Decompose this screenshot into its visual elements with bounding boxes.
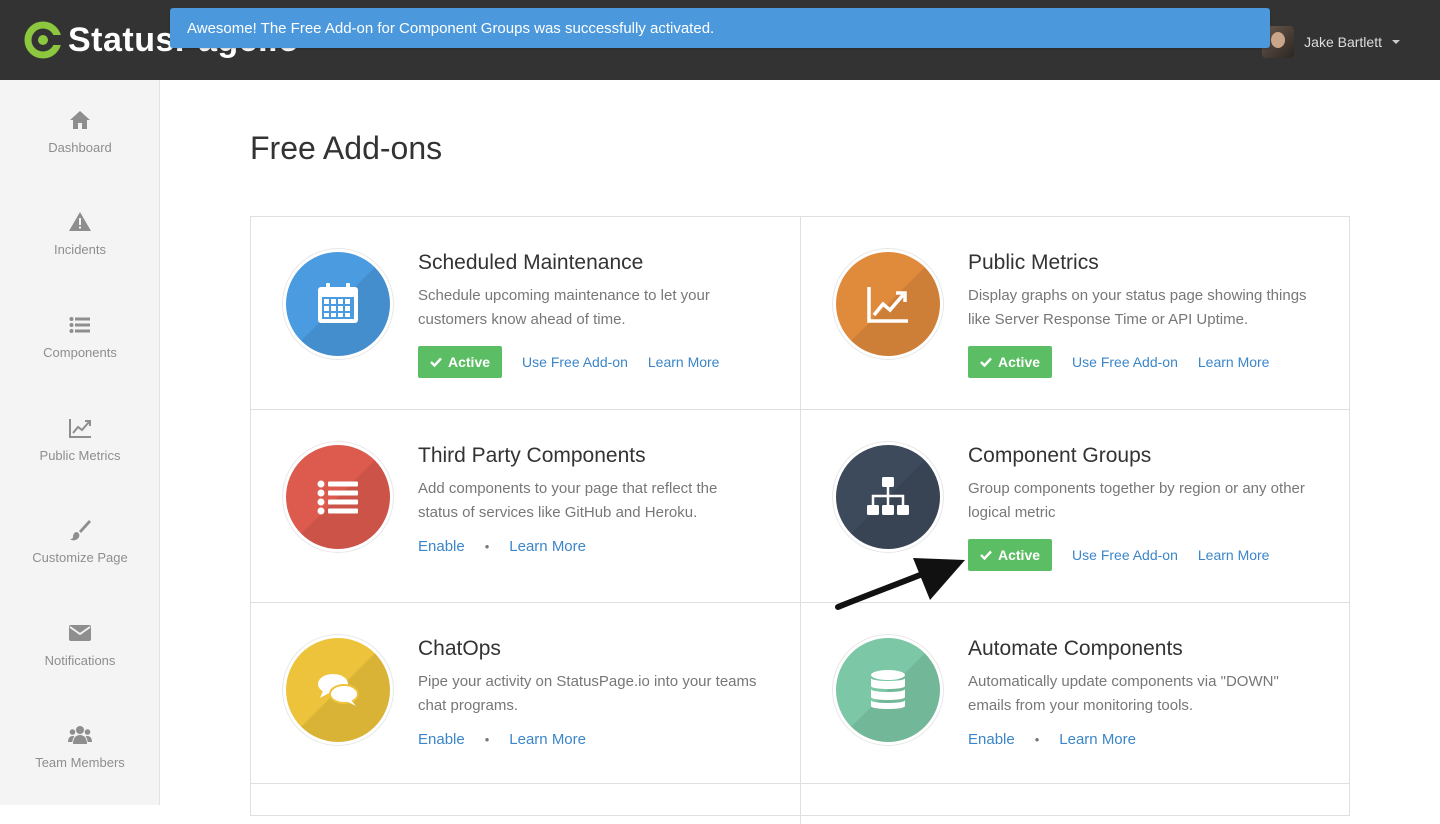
separator-dot: • [484, 539, 490, 554]
addon-description: Pipe your activity on StatusPage.io into… [418, 673, 757, 714]
addon-badge [283, 442, 393, 552]
envelope-icon [69, 625, 91, 641]
check-icon [980, 550, 992, 561]
sidebar-item-dashboard[interactable]: Dashboard [0, 108, 160, 198]
addon-actions: Enable • Learn More [418, 731, 586, 748]
addon-actions: Enable • Learn More [418, 538, 586, 555]
active-button[interactable]: Active [418, 346, 503, 378]
sidebar-item-label: Notifications [44, 653, 116, 668]
addon-actions: Active Use Free Add-on Learn More [418, 346, 719, 378]
flash-message-text: Awesome! The Free Add-on for Component G… [187, 19, 715, 37]
chart-icon [867, 287, 908, 323]
active-button[interactable]: Active [968, 539, 1053, 571]
addon-title: Component Groups [968, 444, 1152, 467]
addon-badge [833, 635, 943, 745]
page-title: Free Add-ons [250, 130, 443, 166]
database-icon [871, 670, 905, 709]
learn-more-link[interactable]: Learn More [509, 731, 586, 748]
active-button[interactable]: Active [968, 346, 1053, 378]
list-icon [317, 480, 358, 515]
addon-title: Third Party Components [418, 444, 646, 467]
active-button-label: Active [448, 354, 491, 370]
comments-badge [286, 638, 390, 742]
learn-more-link[interactable]: Learn More [1198, 547, 1270, 563]
addon-title: ChatOps [418, 637, 501, 660]
addon-description: Schedule upcoming maintenance to let you… [418, 287, 710, 328]
addon-card-public-metrics: Public Metrics Display graphs on your st… [800, 217, 1349, 410]
sitemap-icon [867, 477, 909, 515]
addon-description: Add components to your page that reflect… [418, 480, 718, 521]
enable-link[interactable]: Enable [968, 731, 1015, 748]
chart-badge [836, 252, 940, 356]
learn-more-link[interactable]: Learn More [1198, 354, 1270, 370]
comments-icon [318, 674, 359, 706]
enable-link[interactable]: Enable [418, 538, 465, 555]
sidebar-item-label: Incidents [53, 242, 107, 257]
caret-down-icon [1392, 40, 1400, 44]
addon-badge [283, 635, 393, 745]
sidebar-item-public-metrics[interactable]: Public Metrics [0, 416, 160, 506]
user-name: Jake Bartlett [1304, 34, 1382, 50]
sidebar-item-components[interactable]: Components [0, 313, 160, 403]
sitemap-badge [836, 445, 940, 549]
use-free-addon-link[interactable]: Use Free Add-on [1072, 547, 1178, 563]
calendar-badge [286, 252, 390, 356]
addon-card-automate-components: Automate Components Automatically update… [800, 603, 1349, 784]
check-icon [430, 357, 442, 368]
sidebar-item-customize-page[interactable]: Customize Page [0, 518, 160, 608]
sidebar-item-label: Customize Page [32, 550, 128, 565]
sidebar-item-team-members[interactable]: Team Members [0, 723, 160, 813]
addon-card-partial [800, 784, 1349, 824]
addon-card-scheduled-maintenance: Scheduled Maintenance Schedule upcoming … [251, 217, 800, 410]
logo-mark-icon [24, 21, 62, 59]
addon-actions: Active Use Free Add-on Learn More [968, 346, 1269, 378]
addon-card-chatops: ChatOps Pipe your activity on StatusPage… [251, 603, 800, 784]
sidebar-item-label: Public Metrics [39, 448, 121, 463]
list-badge [286, 445, 390, 549]
database-badge [836, 638, 940, 742]
addon-description: Display graphs on your status page showi… [968, 287, 1307, 328]
sidebar-item-label: Dashboard [48, 140, 112, 155]
use-free-addon-link[interactable]: Use Free Add-on [1072, 354, 1178, 370]
addon-badge [833, 442, 943, 552]
active-button-label: Active [998, 354, 1041, 370]
use-free-addon-link[interactable]: Use Free Add-on [522, 354, 628, 370]
users-icon [68, 726, 92, 744]
learn-more-link[interactable]: Learn More [1059, 731, 1136, 748]
sidebar: Dashboard Incidents Components Public Me… [0, 80, 160, 805]
addon-description: Group components together by region or a… [968, 480, 1305, 521]
addons-grid: Scheduled Maintenance Schedule upcoming … [250, 216, 1350, 824]
addon-actions: Enable • Learn More [968, 731, 1136, 748]
sidebar-item-notifications[interactable]: Notifications [0, 621, 160, 711]
addon-title: Automate Components [968, 637, 1183, 660]
separator-dot: • [484, 732, 490, 747]
flash-message: Awesome! The Free Add-on for Component G… [170, 8, 1270, 48]
check-icon [980, 357, 992, 368]
brush-icon [70, 520, 91, 541]
calendar-icon [318, 283, 358, 323]
addon-badge [283, 249, 393, 359]
chart-icon [69, 419, 91, 438]
sidebar-item-incidents[interactable]: Incidents [0, 210, 160, 300]
main-content: Free Add-ons Scheduled Maintenance Sched… [160, 80, 1440, 824]
addon-actions: Active Use Free Add-on Learn More [968, 539, 1269, 571]
addon-title: Scheduled Maintenance [418, 251, 644, 274]
learn-more-link[interactable]: Learn More [648, 354, 720, 370]
user-menu[interactable]: Jake Bartlett [1262, 26, 1400, 58]
warning-icon [69, 212, 91, 231]
separator-dot: • [1034, 732, 1040, 747]
addon-badge [833, 249, 943, 359]
annotation-arrow-icon [835, 558, 965, 610]
home-icon [70, 111, 90, 129]
addon-card-third-party-components: Third Party Components Add components to… [251, 410, 800, 603]
list-icon [69, 317, 90, 333]
addon-description: Automatically update components via "DOW… [968, 673, 1279, 714]
sidebar-item-label: Team Members [35, 755, 125, 770]
active-button-label: Active [998, 547, 1041, 563]
learn-more-link[interactable]: Learn More [509, 538, 586, 555]
enable-link[interactable]: Enable [418, 731, 465, 748]
sidebar-item-label: Components [43, 345, 117, 360]
addon-title: Public Metrics [968, 251, 1099, 274]
